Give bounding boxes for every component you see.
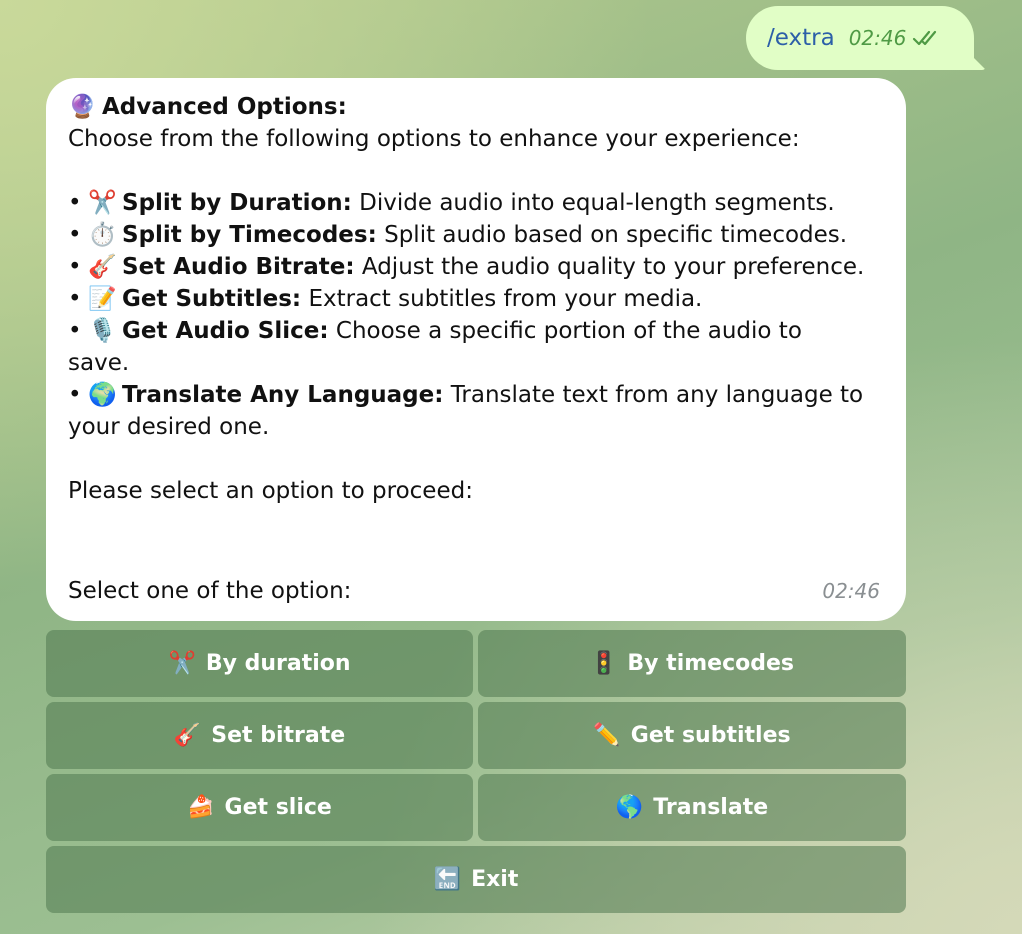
option-label: Set Audio Bitrate: bbox=[122, 254, 355, 280]
button-label: By duration bbox=[205, 651, 351, 676]
option-label: Split by Timecodes: bbox=[122, 222, 377, 248]
bullet: • bbox=[68, 318, 82, 344]
incoming-message-time: 02:46 bbox=[822, 579, 880, 603]
option-item-split-timecodes: • ⏱️ Split by Timecodes: Split audio based… bbox=[68, 219, 884, 251]
bullet: • bbox=[68, 254, 82, 280]
select-option-text: Select one of the option: bbox=[68, 578, 352, 604]
button-label: By timecodes bbox=[627, 651, 794, 676]
button-label: Get subtitles bbox=[630, 723, 791, 748]
message-intro: Choose from the following options to enh… bbox=[68, 126, 800, 152]
bullet: • bbox=[68, 382, 82, 408]
crystal-ball-icon: 🔮 bbox=[68, 94, 97, 120]
button-label: Set bitrate bbox=[211, 723, 346, 748]
by-duration-button[interactable]: ✂️ By duration bbox=[46, 630, 473, 697]
option-desc-continued: save. bbox=[68, 350, 130, 376]
outgoing-message-time: 02:46 bbox=[848, 26, 907, 50]
outgoing-message[interactable]: /extra 02:46 bbox=[746, 6, 986, 70]
microphone-icon: 🎙️ bbox=[88, 318, 117, 344]
option-desc: Split audio based on specific timecodes. bbox=[376, 222, 848, 248]
bullet: • bbox=[68, 190, 82, 216]
button-label: Translate bbox=[653, 795, 769, 820]
set-bitrate-button[interactable]: 🎸 Set bitrate bbox=[46, 702, 473, 769]
pencil-icon: ✏️ bbox=[593, 723, 621, 748]
option-item-set-bitrate: • 🎸 Set Audio Bitrate: Adjust the audio qu… bbox=[68, 251, 884, 283]
double-check-icon bbox=[913, 30, 937, 46]
bullet: • bbox=[68, 222, 82, 248]
message-title: 🔮 Advanced Options: bbox=[68, 91, 884, 123]
guitar-icon: 🎸 bbox=[88, 254, 117, 280]
option-label: Translate Any Language: bbox=[122, 382, 444, 408]
get-slice-button[interactable]: 🍰 Get slice bbox=[46, 774, 473, 841]
outgoing-message-text[interactable]: /extra bbox=[767, 25, 835, 51]
stopwatch-icon: ⏱️ bbox=[88, 222, 117, 248]
get-subtitles-button[interactable]: ✏️ Get subtitles bbox=[478, 702, 906, 769]
option-label: Get Subtitles: bbox=[122, 286, 302, 312]
option-label: Split by Duration: bbox=[122, 190, 352, 216]
button-label: Exit bbox=[471, 867, 519, 892]
end-arrow-icon: 🔚 bbox=[433, 867, 462, 892]
option-item-translate: • 🌍 Translate Any Language: Translate text… bbox=[68, 379, 884, 411]
globe-icon: 🌎 bbox=[615, 795, 644, 820]
globe-icon: 🌍 bbox=[88, 382, 117, 408]
translate-button[interactable]: 🌎 Translate bbox=[478, 774, 906, 841]
message-title-text: Advanced Options: bbox=[102, 94, 347, 120]
option-label: Get Audio Slice: bbox=[122, 318, 329, 344]
incoming-message[interactable]: 🔮 Advanced Options: Choose from the follo… bbox=[46, 78, 906, 621]
cake-icon: 🍰 bbox=[187, 795, 215, 820]
option-desc-continued: your desired one. bbox=[68, 414, 270, 440]
message-prompt: Please select an option to proceed: bbox=[68, 478, 473, 504]
option-item-get-slice: • 🎙️ Get Audio Slice: Choose a specific po… bbox=[68, 315, 884, 347]
traffic-light-icon: 🚦 bbox=[590, 651, 618, 676]
guitar-icon: 🎸 bbox=[173, 723, 202, 748]
option-desc: Translate text from any language to bbox=[443, 382, 864, 408]
option-item-get-subtitles: • 📝 Get Subtitles: Extract subtitles from … bbox=[68, 283, 884, 315]
bullet: • bbox=[68, 286, 82, 312]
option-desc: Divide audio into equal-length segments. bbox=[351, 190, 835, 216]
outgoing-bubble-tail bbox=[968, 52, 986, 70]
scissors-icon: ✂️ bbox=[88, 190, 117, 216]
option-item-split-duration: • ✂️ Split by Duration: Divide audio into … bbox=[68, 187, 884, 219]
option-desc: Choose a specific portion of the audio t… bbox=[328, 318, 802, 344]
exit-button[interactable]: 🔚 Exit bbox=[46, 846, 906, 913]
scissors-icon: ✂️ bbox=[168, 651, 196, 676]
memo-icon: 📝 bbox=[88, 286, 117, 312]
option-desc: Adjust the audio quality to your prefere… bbox=[354, 254, 865, 280]
button-label: Get slice bbox=[224, 795, 332, 820]
option-desc: Extract subtitles from your media. bbox=[301, 286, 703, 312]
by-timecodes-button[interactable]: 🚦 By timecodes bbox=[478, 630, 906, 697]
